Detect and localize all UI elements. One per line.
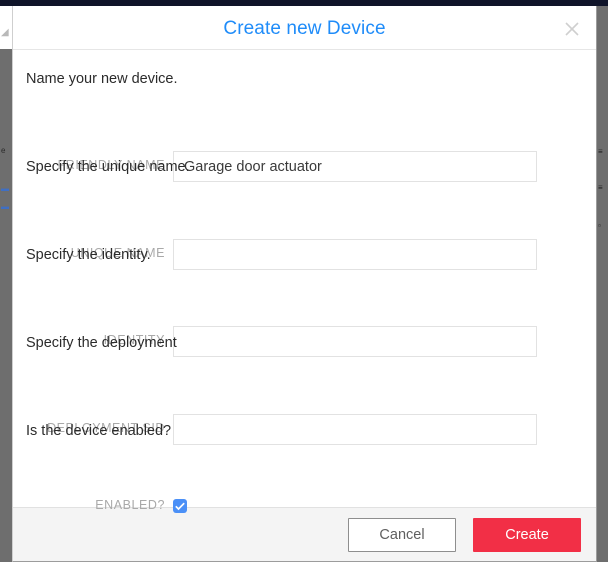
section-prompt-friendly-name: Name your new device. bbox=[26, 71, 178, 87]
create-button[interactable]: Create bbox=[473, 517, 581, 552]
backdrop-right-ghost-text-1: ≡ bbox=[598, 148, 603, 156]
enabled-checkbox-wrap bbox=[173, 499, 188, 514]
backdrop-right-ghost-text-2: ≡ bbox=[598, 184, 603, 192]
friendly-name-input[interactable] bbox=[173, 151, 537, 182]
backdrop-right-ghost-text-3: ▫ bbox=[598, 222, 601, 230]
identity-input[interactable] bbox=[173, 326, 537, 357]
deployment-sid-input[interactable] bbox=[173, 414, 537, 445]
backdrop-left-marker: ◢ bbox=[1, 27, 9, 38]
enabled-checkbox[interactable] bbox=[173, 499, 187, 513]
section-prompt-identity: Specify the identity. bbox=[26, 247, 151, 263]
check-icon bbox=[175, 502, 185, 510]
create-device-modal: Create new Device Name your new device. … bbox=[12, 6, 597, 562]
section-prompt-unique-name: Specify the unique name. bbox=[26, 159, 190, 175]
modal-header: Create new Device bbox=[13, 6, 596, 50]
modal-body: Name your new device. FRIENDLY NAME Spec… bbox=[13, 50, 596, 513]
section-prompt-deployment: Specify the deployment bbox=[26, 335, 177, 351]
modal-title: Create new Device bbox=[223, 18, 386, 39]
backdrop-right-strip bbox=[597, 6, 608, 562]
cancel-button[interactable]: Cancel bbox=[348, 517, 456, 552]
unique-name-input[interactable] bbox=[173, 239, 537, 270]
modal-footer: Cancel Create bbox=[13, 507, 596, 561]
close-icon[interactable] bbox=[562, 19, 582, 39]
field-label-enabled: ENABLED? bbox=[95, 498, 165, 512]
section-prompt-enabled: Is the device enabled? bbox=[26, 423, 172, 439]
